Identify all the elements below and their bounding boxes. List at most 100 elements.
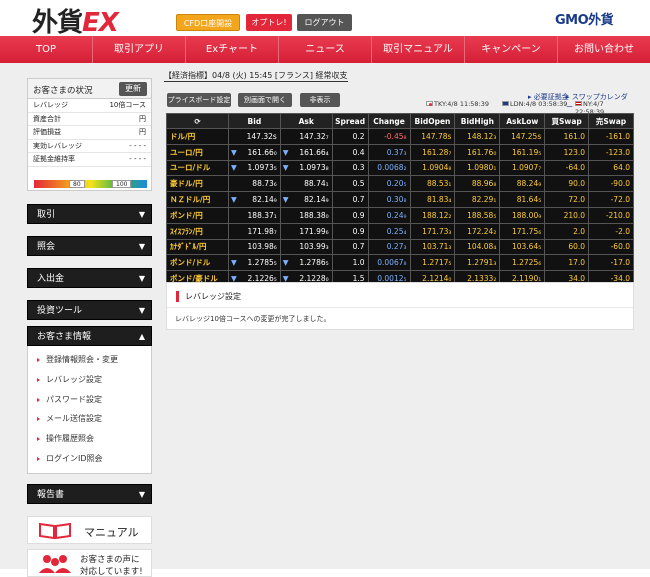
nav-contact[interactable]: お問い合わせ — [558, 36, 650, 63]
bid-high: 188.58₅ — [454, 206, 501, 224]
hide-button[interactable]: 非表示 — [300, 93, 340, 107]
submenu-history[interactable]: 操作履歴照会 — [28, 429, 151, 449]
bid-high: 148.12₃ — [454, 128, 501, 145]
buy-swap: 60.0 — [544, 238, 590, 256]
rate-row[interactable]: ドル/円 147.32s 147.32₇ 0.2 -0.45₈ 147.78s 148.12… — [166, 128, 634, 145]
account-status-header: お客さまの状況 更新 — [28, 79, 151, 99]
ask-price[interactable]: 147.32₇ — [279, 128, 333, 145]
nav-manual[interactable]: 取引マニュアル — [372, 36, 465, 63]
sell-swap-text: -17.0 — [610, 258, 630, 268]
change-value-text: 0.24₉ — [386, 210, 407, 220]
rate-row[interactable]: ＮＺドル/円 ▼ 82.14₉ ▼ 82.14₉ 0.7 0.30₈ 81.83₄ 82.29₁… — [166, 191, 634, 208]
divider — [167, 307, 633, 308]
ask-price[interactable]: ▼ 82.14₉ — [279, 191, 333, 208]
buy-swap-text: 90.0 — [568, 179, 586, 189]
nav-ex-chart[interactable]: Exチャート — [186, 36, 279, 63]
bid-price[interactable]: ▼ 1.2785₅ — [227, 254, 281, 272]
ask-price[interactable]: 103.99₃ — [279, 238, 333, 256]
nav-news[interactable]: ニュース — [279, 36, 372, 63]
rate-row[interactable]: ポンド/円 188.37₁ 188.38₀ 0.9 0.24₉ 188.12₂ 188.58… — [166, 206, 634, 224]
sell-swap: 64.0 — [588, 159, 634, 177]
menu-inquiry[interactable]: 照会 ▼ — [27, 236, 152, 256]
change-value-text: 0.0068₂ — [377, 163, 407, 173]
rate-row[interactable]: ｶﾅﾀﾞﾄﾞﾙ/円 103.98₆ 103.99₃ 0.7 0.27₃ 103.71₃ 10… — [166, 238, 634, 256]
bid-high: 104.08₄ — [454, 238, 501, 256]
spread-value: 0.3 — [331, 159, 369, 177]
col-bid: Bid — [227, 113, 281, 129]
bid-price-text: 88.73₆ — [252, 179, 277, 189]
ask-price[interactable]: 171.99₆ — [279, 222, 333, 240]
bid-open: 81.83₄ — [409, 191, 456, 208]
buy-swap: 123.0 — [544, 143, 590, 161]
change-value: 0.24₉ — [367, 206, 411, 224]
buy-swap: 72.0 — [544, 191, 590, 208]
rate-row[interactable]: 豪ドル/円 88.73₆ 88.74₁ 0.5 0.20₅ 88.53₁ 88.96₈ 88.… — [166, 175, 634, 193]
status-label: 評価損益 — [33, 128, 61, 136]
bid-price[interactable]: 103.98₆ — [227, 238, 281, 256]
submenu-leverage[interactable]: レバレッジ設定 — [28, 370, 151, 390]
nav-trading-app[interactable]: 取引アプリ — [93, 36, 186, 63]
flag-us-icon — [575, 101, 582, 106]
down-arrow-icon: ▼ — [230, 195, 237, 205]
bid-price[interactable]: ▼ 1.0973₅ — [227, 159, 281, 177]
flag-jp-icon — [426, 101, 433, 106]
logo[interactable]: 外貨EX — [32, 2, 119, 39]
bid-price[interactable]: 188.37₁ — [227, 206, 281, 224]
pair-name-text: ユーロ/ドル — [170, 163, 211, 173]
ask-price[interactable]: 88.74₁ — [279, 175, 333, 193]
menu-trade[interactable]: 取引 ▼ — [27, 204, 152, 224]
voice-banner[interactable]: お客さまの声に 対応しています! — [27, 548, 152, 577]
bid-price[interactable]: 147.32s — [227, 128, 281, 145]
bid-open: 88.53₁ — [409, 175, 456, 193]
cfd-account-button[interactable]: CFD口座開設 — [176, 14, 240, 31]
rate-row[interactable]: ｽｲｽﾌﾗﾝ/円 171.98₇ 171.99₆ 0.9 0.25₄ 171.73₃ 172… — [166, 222, 634, 240]
open-separate-window-button[interactable]: 別画面で開く — [238, 93, 292, 107]
rate-row[interactable]: ユーロ/円 ▼ 161.66₀ ▼ 161.66₄ 0.4 0.37₃ 161.28₇ 161.… — [166, 143, 634, 161]
submenu-login-id[interactable]: ログインID照会 — [28, 449, 151, 469]
brand-logo[interactable]: GMO外貨 — [555, 9, 614, 28]
bid-open: 1.0904₈ — [409, 159, 456, 177]
spread-value-text: 0.9 — [352, 226, 365, 236]
rate-row[interactable]: ユーロ/ドル ▼ 1.0973₅ ▼ 1.0973₈ 0.3 0.0068₂ 1.0904₈ 1… — [166, 159, 634, 177]
menu-label: 取引 — [37, 210, 56, 220]
logout-button[interactable]: ログアウト — [297, 14, 352, 31]
price-board-settings-button[interactable]: プライスボード設定 — [167, 93, 231, 107]
bid-price[interactable]: 171.98₇ — [227, 222, 281, 240]
ask-price[interactable]: ▼ 1.0973₈ — [279, 159, 333, 177]
refresh-button[interactable]: 更新 — [119, 82, 147, 96]
menu-deposit[interactable]: 入出金 ▼ — [27, 268, 152, 288]
refresh-icon[interactable]: ⟳ — [166, 113, 229, 129]
ask-price[interactable]: ▼ 161.66₄ — [279, 143, 333, 161]
ask-price[interactable]: 188.38₀ — [279, 206, 333, 224]
ask-low-text: 1.2725₆ — [511, 258, 542, 268]
menu-customer-info[interactable]: お客さま情報 ▲ — [27, 326, 152, 346]
clock-text: LDN:4/8 03:58:39 — [510, 100, 568, 108]
submenu-registration[interactable]: 登録情報照会・変更 — [28, 350, 151, 370]
pair-name: ドル/円 — [166, 128, 229, 145]
margin-gauge: 80 100 — [34, 180, 147, 188]
change-value: 0.25₄ — [367, 222, 411, 240]
spread-value-text: 1.0 — [352, 258, 365, 268]
bid-open: 161.28₇ — [409, 143, 456, 161]
option-trade-button[interactable]: オプトレ! — [246, 14, 292, 31]
bid-price[interactable]: ▼ 82.14₉ — [227, 191, 281, 208]
pair-name-text: ポンド/円 — [170, 210, 203, 220]
bid-open-text: 171.73₃ — [422, 226, 452, 236]
nav-campaign[interactable]: キャンペーン — [465, 36, 558, 63]
manual-banner[interactable]: マニュアル — [27, 515, 152, 544]
menu-report[interactable]: 報告書 ▼ — [27, 483, 152, 504]
gauge-low-label: 80 — [69, 180, 85, 188]
ask-price[interactable]: ▼ 1.2786₅ — [279, 254, 333, 272]
submenu-password[interactable]: パスワード設定 — [28, 390, 151, 410]
bid-price[interactable]: ▼ 161.66₀ — [227, 143, 281, 161]
bid-price[interactable]: 88.73₆ — [227, 175, 281, 193]
rate-row[interactable]: ポンド/ドル ▼ 1.2785₅ ▼ 1.2786₅ 1.0 0.0067₈ 1.2717₅ 1… — [166, 254, 634, 272]
submenu-mail[interactable]: メール送信設定 — [28, 409, 151, 429]
menu-tools[interactable]: 投資ツール ▼ — [27, 300, 152, 320]
change-value: 0.27₃ — [367, 238, 411, 256]
nav-top[interactable]: TOP — [0, 36, 93, 63]
news-ticker[interactable]: 【経済指標】04/8 (火) 15:45 [フランス] 経常収支 — [164, 70, 348, 82]
bid-open-text: 1.2717₅ — [422, 258, 452, 268]
change-value: 0.30₈ — [367, 191, 411, 208]
ask-low-text: 171.75₆ — [511, 226, 542, 236]
